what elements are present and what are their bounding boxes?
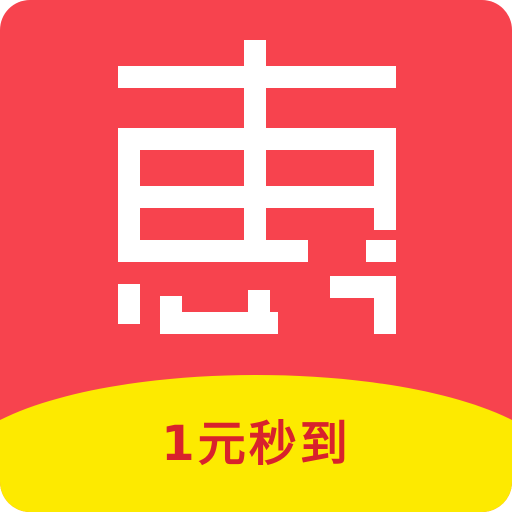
app-icon[interactable]: 1元秒到 (0, 0, 512, 512)
banner-label: 1元秒到 (161, 416, 351, 472)
hui-glyph (118, 40, 396, 334)
